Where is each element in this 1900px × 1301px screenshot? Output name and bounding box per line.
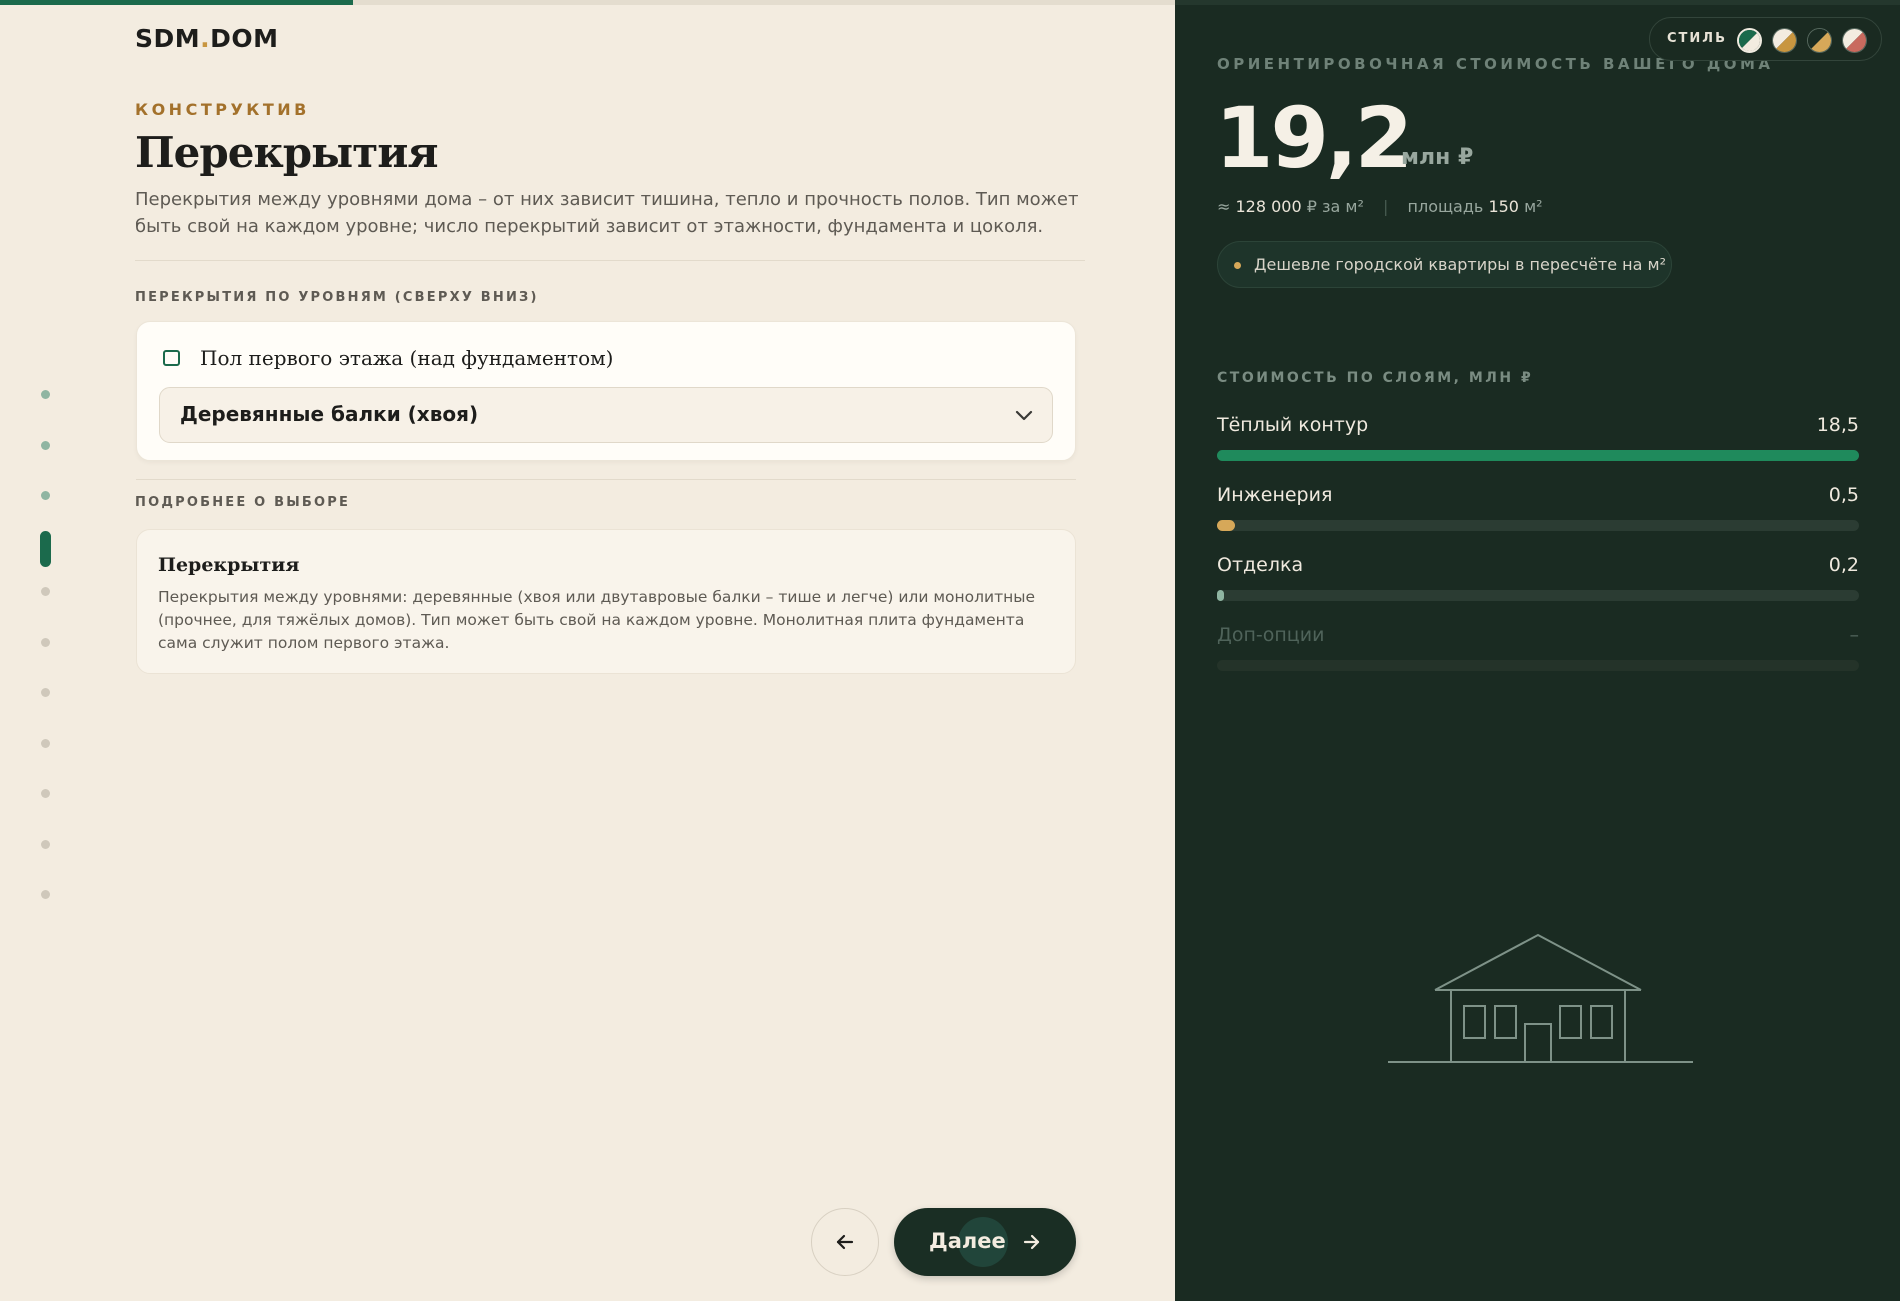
logo[interactable]: SDM.DOM xyxy=(135,24,279,53)
cost-summary-panel: ОРИЕНТИРОВОЧНАЯ СТОИМОСТЬ ВАШЕГО ДОМА СТ… xyxy=(1175,0,1900,1301)
cost-layer-row: Инженерия 0,5 xyxy=(1217,484,1859,534)
divider xyxy=(135,260,1085,261)
floor-type-select-value: Деревянные балки (хвоя) xyxy=(180,402,479,426)
area-value: 150 xyxy=(1488,197,1519,216)
cost-layer-bar xyxy=(1217,520,1859,531)
cost-breakdown-line: ≈ 128 000 ₽ за м² | площадь 150 м² xyxy=(1217,197,1543,216)
step-dot[interactable] xyxy=(41,587,50,596)
total-cost-value: 19,2 xyxy=(1215,89,1413,187)
cost-layer-value: 18,5 xyxy=(1816,414,1859,436)
step-dot[interactable] xyxy=(41,789,50,798)
step-dot-active[interactable] xyxy=(40,531,51,567)
arrow-right-icon xyxy=(1023,1234,1040,1250)
total-cost-unit: млн ₽ xyxy=(1401,145,1474,170)
level-card: Пол первого этажа (над фундаментом) Дере… xyxy=(136,321,1076,461)
style-swatch[interactable] xyxy=(1737,28,1762,53)
level-checkbox[interactable] xyxy=(163,350,180,366)
layers-label: СТОИМОСТЬ ПО СЛОЯМ, МЛН ₽ xyxy=(1217,370,1534,386)
step-dot[interactable] xyxy=(41,890,50,899)
step-dot[interactable] xyxy=(41,491,50,500)
step-dot[interactable] xyxy=(41,390,50,399)
floor-type-select[interactable]: Деревянные балки (хвоя) xyxy=(159,387,1053,443)
step-dot[interactable] xyxy=(41,637,50,647)
style-swatch[interactable] xyxy=(1842,28,1867,53)
details-section-label: ПОДРОБНЕЕ О ВЫБОРЕ xyxy=(135,495,351,510)
comparison-badge-text: Дешевле городской квартиры в пересчёте н… xyxy=(1254,255,1666,274)
details-card: Перекрытия Перекрытия между уровнями: де… xyxy=(136,529,1076,674)
step-dot[interactable] xyxy=(41,440,50,450)
next-button-label: Далее xyxy=(929,1229,1006,1253)
details-title: Перекрытия xyxy=(158,554,300,576)
configurator-pane: SDM.DOM КОНСТРУКТИВ Перекрытия Перекрыти… xyxy=(0,0,1175,1301)
cost-layer-name: Тёплый контур xyxy=(1217,414,1369,436)
style-label: СТИЛЬ xyxy=(1667,31,1727,46)
chevron-down-icon xyxy=(1015,410,1033,421)
step-dot[interactable] xyxy=(41,738,50,748)
cost-layer-row: Отделка 0,2 xyxy=(1217,554,1859,604)
cost-layer-name: Доп-опции xyxy=(1217,624,1325,646)
next-button[interactable]: Далее xyxy=(894,1208,1076,1276)
cost-layer-row: Тёплый контур 18,5 xyxy=(1217,414,1859,464)
progress-fill xyxy=(0,0,353,5)
separator: | xyxy=(1383,197,1389,216)
comparison-badge: Дешевле городской квартиры в пересчёте н… xyxy=(1217,241,1672,288)
details-text: Перекрытия между уровнями: деревянные (х… xyxy=(158,588,1036,652)
style-swatch[interactable] xyxy=(1807,28,1832,53)
back-button[interactable] xyxy=(811,1208,879,1276)
cost-layer-name: Отделка xyxy=(1217,554,1304,576)
section-eyebrow: КОНСТРУКТИВ xyxy=(135,100,310,119)
level-row: Пол первого этажа (над фундаментом) xyxy=(163,346,613,370)
divider xyxy=(136,479,1076,480)
cost-layer-bar-fill xyxy=(1217,590,1225,601)
cost-layer-row: Доп-опции – xyxy=(1217,624,1859,674)
step-dot[interactable] xyxy=(41,839,50,849)
cost-layer-name: Инженерия xyxy=(1217,484,1333,506)
page-title: Перекрытия xyxy=(135,128,438,177)
cost-layer-bar xyxy=(1217,450,1859,461)
panel-top-edge xyxy=(1175,0,1900,5)
progress-bar xyxy=(0,0,1175,5)
arrow-left-icon xyxy=(836,1234,854,1250)
cost-layer-value: – xyxy=(1849,624,1860,646)
house-illustration xyxy=(1388,933,1693,1063)
step-dot[interactable] xyxy=(41,688,50,697)
levels-section-label: ПЕРЕКРЫТИЯ ПО УРОВНЯМ (СВЕРХУ ВНИЗ) xyxy=(135,290,539,305)
cost-layer-bar-fill xyxy=(1217,520,1235,531)
cost-layer-bar xyxy=(1217,590,1859,601)
cost-layer-value: 0,2 xyxy=(1828,554,1859,576)
cost-layer-value: 0,5 xyxy=(1828,484,1859,506)
cost-layer-bar xyxy=(1217,660,1859,671)
badge-dot-icon xyxy=(1234,262,1241,269)
cost-layer-bar-fill xyxy=(1217,450,1859,461)
level-label: Пол первого этажа (над фундаментом) xyxy=(200,346,614,370)
page-description: Перекрытия между уровнями дома – от них … xyxy=(135,189,1079,237)
style-switcher: СТИЛЬ xyxy=(1649,17,1882,61)
price-per-m2: 128 000 xyxy=(1235,197,1302,216)
style-swatch[interactable] xyxy=(1772,28,1797,53)
